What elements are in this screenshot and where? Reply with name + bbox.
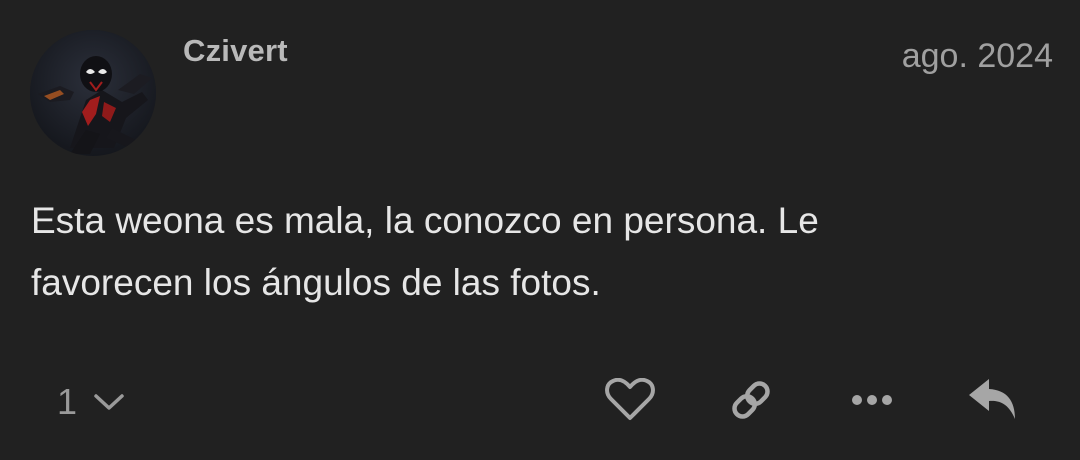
heart-icon [605, 377, 655, 427]
replies-toggle-button[interactable]: 1 [57, 378, 125, 426]
reply-count: 1 [57, 381, 78, 422]
post-body-line: favorecen los ángulos de las fotos. [31, 262, 601, 303]
avatar[interactable] [30, 30, 156, 156]
more-options-button[interactable] [846, 378, 898, 426]
post-body: Esta weona es mala, la conozco en person… [31, 190, 1041, 314]
post-date[interactable]: ago. 2024 [902, 37, 1053, 76]
reply-button[interactable] [967, 378, 1019, 426]
reply-icon [967, 377, 1019, 428]
copy-link-button[interactable] [725, 378, 777, 426]
more-icon [850, 393, 894, 412]
like-button[interactable] [604, 377, 656, 427]
post-body-line: Esta weona es mala, la conozco en person… [31, 200, 819, 241]
link-icon [727, 376, 775, 429]
author-name[interactable]: Czivert [183, 33, 288, 69]
chevron-down-icon [93, 392, 125, 412]
